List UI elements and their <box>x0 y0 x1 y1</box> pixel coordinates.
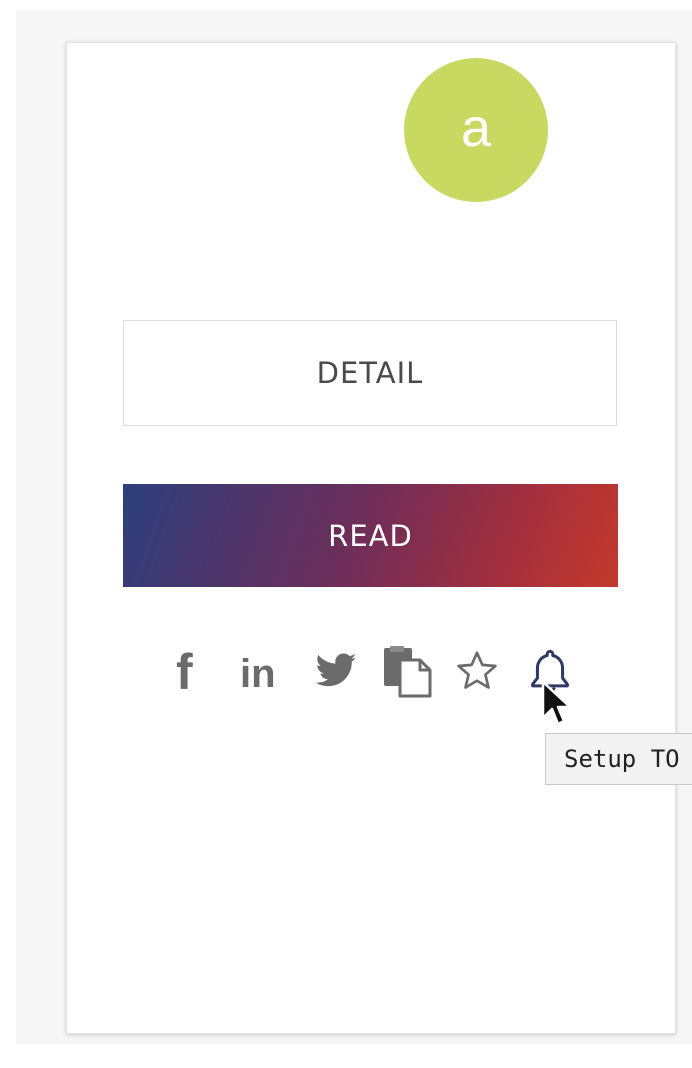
detail-button[interactable]: DETAIL <box>123 320 617 426</box>
twitter-icon[interactable] <box>314 648 358 692</box>
bell-tooltip: Setup TO <box>545 733 692 785</box>
linkedin-icon[interactable]: in <box>240 646 276 702</box>
mouse-cursor-icon <box>541 680 572 726</box>
read-button[interactable]: READ <box>123 484 618 587</box>
copy-document-icon[interactable] <box>380 646 434 698</box>
screen: a DETAIL READ f in Setup TO <box>0 0 692 1068</box>
star-icon[interactable] <box>454 648 500 694</box>
category-badge: a <box>404 58 548 202</box>
facebook-icon[interactable]: f <box>176 640 193 704</box>
